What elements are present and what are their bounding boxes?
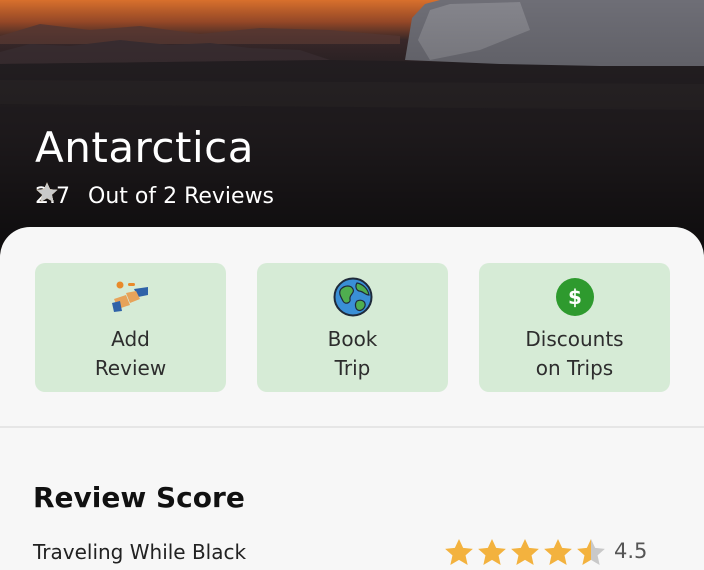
book-trip-button[interactable]: Book Trip (257, 263, 448, 392)
review-star-icon (544, 539, 572, 565)
section-divider (0, 426, 704, 428)
globe-icon (333, 277, 373, 317)
add-review-icon (111, 277, 150, 317)
add-review-label: Add Review (94, 327, 167, 380)
review-star-icon (478, 539, 506, 565)
dollar-icon: $ (555, 277, 595, 317)
destination-rating: 2.7 Out of 2 Reviews (35, 181, 274, 211)
reviews-count-text: Out of 2 Reviews (88, 183, 275, 209)
review-category-label: Traveling While Black (33, 540, 247, 564)
add-review-button[interactable]: Add Review (35, 263, 226, 392)
details-card: Add Review Book Trip $ Discounts on Trip… (0, 227, 704, 570)
discounts-button[interactable]: $ Discounts on Trips (479, 263, 670, 392)
destination-title: Antarctica (35, 123, 254, 172)
discounts-label: Discounts on Trips (525, 327, 624, 380)
review-category-stars (443, 537, 607, 569)
svg-text:$: $ (568, 285, 582, 309)
review-category-score: 4.5 (614, 539, 648, 563)
review-score-title: Review Score (33, 481, 245, 514)
review-score-row: Traveling While Black 4.5 (33, 537, 653, 570)
review-star-icon (577, 539, 605, 565)
review-star-icon (445, 539, 473, 565)
action-buttons: Add Review Book Trip $ Discounts on Trip… (35, 263, 670, 392)
review-star-icon (511, 539, 539, 565)
rating-star-icon (36, 182, 58, 202)
book-trip-label: Book Trip (327, 327, 378, 380)
